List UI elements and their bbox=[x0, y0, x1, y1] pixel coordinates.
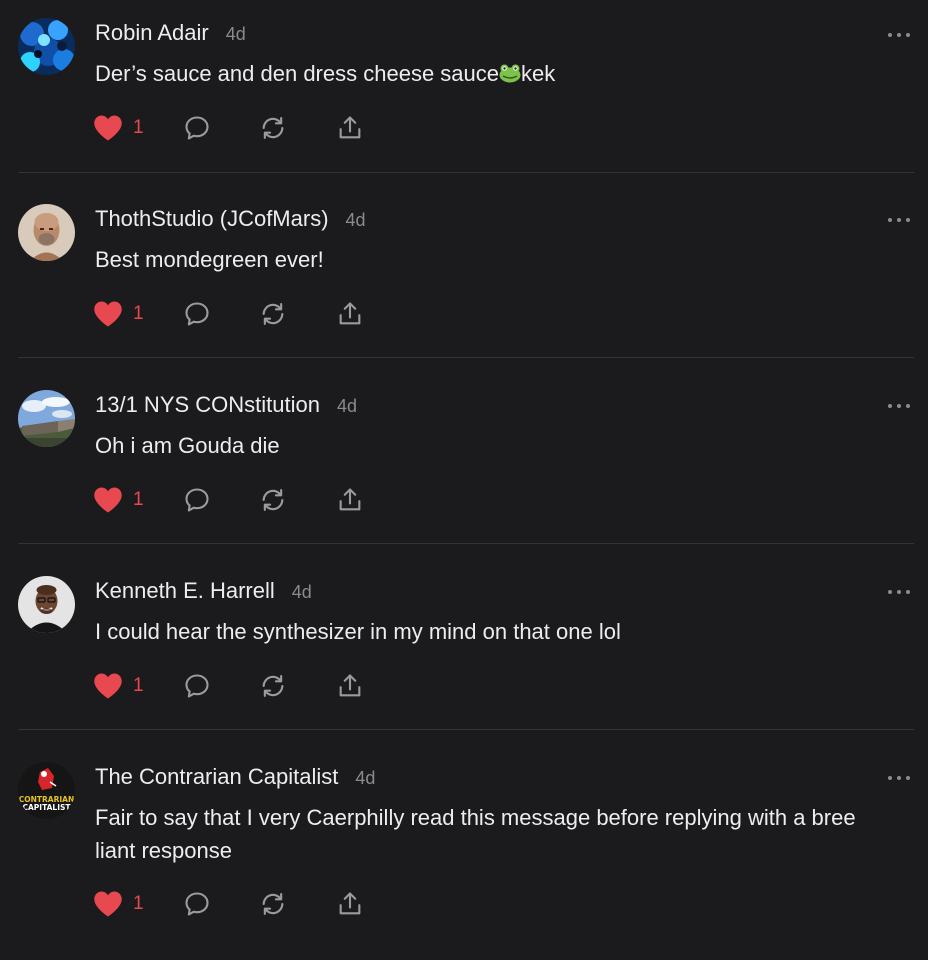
reply-button[interactable] bbox=[183, 113, 211, 143]
reply-button[interactable] bbox=[183, 889, 211, 919]
author-name[interactable]: ThothStudio (JCofMars) bbox=[95, 206, 329, 232]
comment-header: ThothStudio (JCofMars) 4d bbox=[95, 206, 366, 232]
restack-icon bbox=[262, 489, 284, 511]
timestamp[interactable]: 4d bbox=[355, 768, 375, 789]
restack-button[interactable] bbox=[259, 113, 287, 143]
timestamp[interactable]: 4d bbox=[346, 210, 366, 231]
share-icon bbox=[339, 302, 361, 325]
reply-button[interactable] bbox=[183, 485, 211, 515]
comment-text: Fair to say that I very Caerphilly read … bbox=[95, 805, 856, 863]
avatar-text: CAPITALIST bbox=[22, 803, 71, 812]
comment-text: Der’s sauce and den dress cheese sauce k… bbox=[95, 57, 895, 90]
comment-header: Robin Adair 4d bbox=[95, 20, 246, 46]
timestamp[interactable]: 4d bbox=[292, 582, 312, 603]
comment-bubble-icon bbox=[185, 674, 209, 698]
like-button[interactable]: 1 bbox=[93, 113, 144, 143]
like-count: 1 bbox=[133, 303, 144, 324]
comment-header: 13/1 NYS CONstitution 4d bbox=[95, 392, 357, 418]
restack-button[interactable] bbox=[259, 299, 287, 329]
author-name[interactable]: The Contrarian Capitalist bbox=[95, 764, 338, 790]
heart-icon bbox=[94, 301, 122, 327]
more-options-icon[interactable] bbox=[888, 589, 910, 595]
share-icon bbox=[339, 892, 361, 915]
more-options-icon[interactable] bbox=[888, 775, 910, 781]
comment-header: The Contrarian Capitalist 4d bbox=[95, 764, 375, 790]
avatar[interactable] bbox=[18, 390, 75, 447]
author-name[interactable]: Robin Adair bbox=[95, 20, 209, 46]
comment-bubble-icon bbox=[185, 116, 209, 140]
comment-header: Kenneth E. Harrell 4d bbox=[95, 578, 312, 604]
restack-icon bbox=[262, 303, 284, 325]
comment-text: Oh i am Gouda die bbox=[95, 433, 280, 458]
avatar[interactable] bbox=[18, 204, 75, 261]
avatar[interactable] bbox=[18, 576, 75, 633]
comment-text-part: kek bbox=[521, 61, 556, 86]
like-button[interactable]: 1 bbox=[93, 299, 144, 329]
comment-text-part: Der’s sauce and den dress cheese sauce bbox=[95, 61, 499, 86]
divider bbox=[18, 729, 914, 730]
reply-button[interactable] bbox=[183, 299, 211, 329]
heart-icon bbox=[94, 891, 122, 917]
comment-text: I could hear the synthesizer in my mind … bbox=[95, 619, 621, 644]
avatar[interactable] bbox=[18, 18, 75, 75]
more-options-icon[interactable] bbox=[888, 403, 910, 409]
restack-button[interactable] bbox=[259, 671, 287, 701]
reply-button[interactable] bbox=[183, 671, 211, 701]
comment-bubble-icon bbox=[185, 488, 209, 512]
divider bbox=[18, 172, 914, 173]
more-options-icon[interactable] bbox=[888, 32, 910, 38]
share-button[interactable] bbox=[336, 889, 364, 919]
share-icon bbox=[339, 488, 361, 511]
share-icon bbox=[339, 116, 361, 139]
frog-face-emoji-icon bbox=[499, 64, 521, 83]
heart-icon bbox=[94, 673, 122, 699]
share-button[interactable] bbox=[336, 299, 364, 329]
divider bbox=[18, 357, 914, 358]
restack-icon bbox=[262, 893, 284, 915]
like-button[interactable]: 1 bbox=[93, 671, 144, 701]
comment-bubble-icon bbox=[185, 892, 209, 916]
share-icon bbox=[339, 674, 361, 697]
author-name[interactable]: Kenneth E. Harrell bbox=[95, 578, 275, 604]
restack-button[interactable] bbox=[259, 485, 287, 515]
restack-icon bbox=[262, 117, 284, 139]
like-count: 1 bbox=[133, 117, 144, 138]
like-button[interactable]: 1 bbox=[93, 889, 144, 919]
like-count: 1 bbox=[133, 893, 144, 914]
author-name[interactable]: 13/1 NYS CONstitution bbox=[95, 392, 320, 418]
share-button[interactable] bbox=[336, 485, 364, 515]
share-button[interactable] bbox=[336, 113, 364, 143]
timestamp[interactable]: 4d bbox=[226, 24, 246, 45]
heart-icon bbox=[94, 115, 122, 141]
share-button[interactable] bbox=[336, 671, 364, 701]
more-options-icon[interactable] bbox=[888, 217, 910, 223]
avatar[interactable]: CONTRARIAN CAPITALIST bbox=[18, 762, 75, 819]
heart-icon bbox=[94, 487, 122, 513]
like-count: 1 bbox=[133, 675, 144, 696]
restack-icon bbox=[262, 675, 284, 697]
like-button[interactable]: 1 bbox=[93, 485, 144, 515]
comment-text: Best mondegreen ever! bbox=[95, 247, 324, 272]
restack-button[interactable] bbox=[259, 889, 287, 919]
comment-bubble-icon bbox=[185, 302, 209, 326]
divider bbox=[18, 543, 914, 544]
like-count: 1 bbox=[133, 489, 144, 510]
timestamp[interactable]: 4d bbox=[337, 396, 357, 417]
